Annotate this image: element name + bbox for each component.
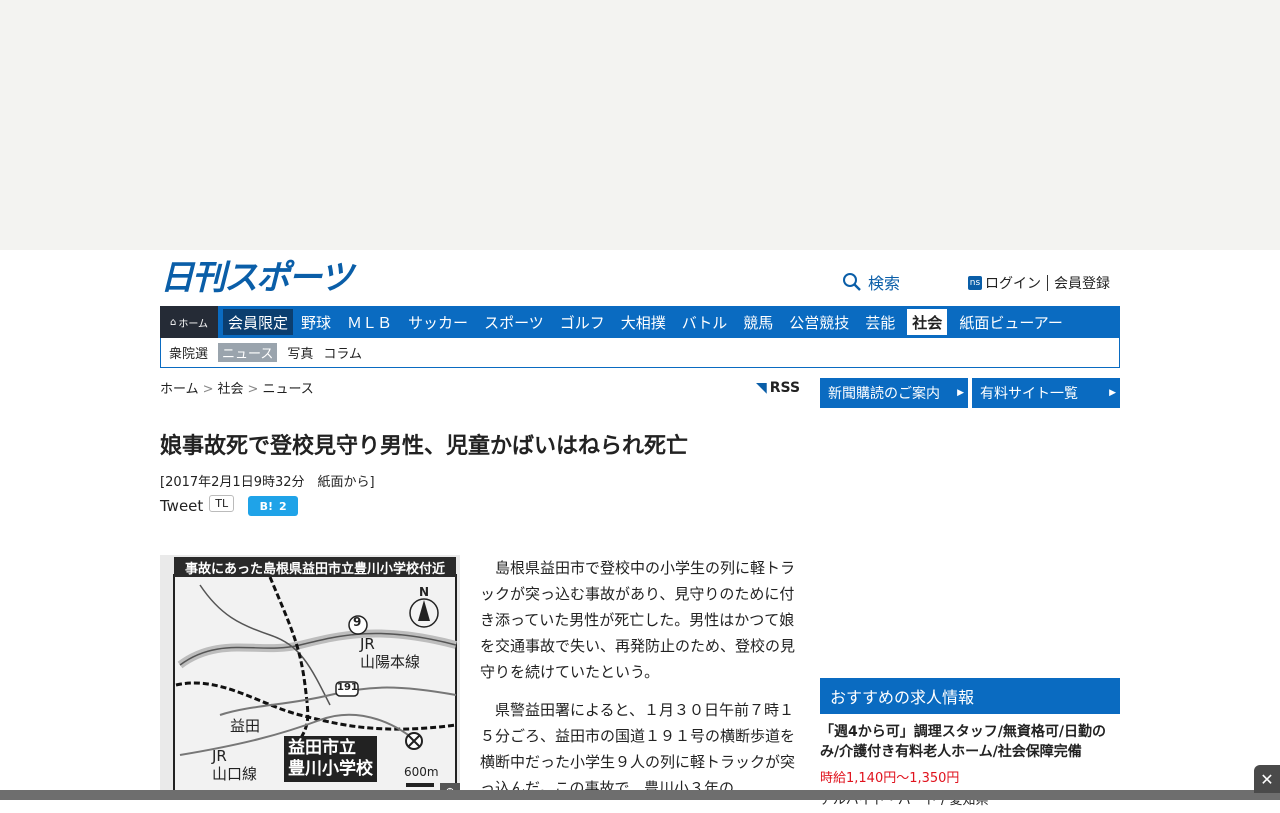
article-map-image[interactable]: 事故にあった島根県益田市立豊川小学校付近 N 9 191 JR 山陽本線 益田 …	[160, 555, 460, 800]
map-jr-yamaguchi-label: JR 山口線	[212, 747, 258, 783]
article-paragraph: 県警益田署によると、１月３０日午前７時１５分ごろ、益田市の国道１９１号の横断歩道…	[480, 701, 796, 797]
job-section-heading: おすすめの求人情報	[820, 678, 1120, 714]
article-date: [2017年2月1日9時32分 紙面から]	[160, 475, 375, 490]
subnav-item-photo[interactable]: 写真	[287, 343, 313, 362]
chevron-right-icon: ▶	[1109, 388, 1116, 398]
nav-item-public-racing[interactable]: 公営競技	[781, 306, 857, 338]
social-buttons: Tweet TL B! 2	[160, 494, 299, 516]
search-icon	[843, 273, 861, 291]
register-link[interactable]: 会員登録	[1054, 273, 1110, 293]
nav-item-society[interactable]: 社会	[907, 309, 948, 335]
rss-label: RSS	[769, 380, 801, 396]
rss-link[interactable]: ◥ RSS	[756, 380, 800, 396]
chevron-right-icon: ▶	[957, 388, 964, 398]
article-headline: 娘事故死で登校見守り男性、児童かばいはねられ死亡	[160, 434, 689, 459]
map-school-label: 益田市立 豊川小学校	[284, 736, 377, 782]
nav-item-entertainment[interactable]: 芸能	[857, 306, 903, 338]
nav-item-baseball[interactable]: 野球	[293, 306, 339, 338]
nav-item-viewer[interactable]: 紙面ビューアー	[951, 306, 1071, 338]
search-button[interactable]: 検索	[842, 270, 900, 294]
job-title-link[interactable]: 「週4から可」調理スタッフ/無資格可/日勤のみ/介護付き有料老人ホーム/社会保障…	[820, 722, 1120, 762]
subnav-item-column[interactable]: コラム	[323, 343, 362, 362]
hatena-bookmark-button[interactable]: B! 2	[248, 496, 299, 516]
login-link[interactable]: ログイン	[985, 273, 1041, 293]
breadcrumb: ホーム > 社会 > ニュース	[160, 382, 314, 397]
close-icon[interactable]: ✕	[1254, 765, 1280, 793]
nav-item-keiba[interactable]: 競馬	[735, 306, 781, 338]
main-nav: ⌂ ホーム 会員限定 野球 ＭＬＢ サッカー スポーツ ゴルフ 大相撲 バトル …	[160, 306, 1120, 338]
ad-banner	[0, 0, 1280, 250]
nav-home[interactable]: ⌂ ホーム	[160, 306, 218, 338]
hatena-icon: B!	[259, 499, 274, 513]
map-jr-sanyo-label: JR 山陽本線	[360, 635, 421, 671]
member-links: ns ログイン 会員登録	[968, 273, 1110, 293]
map-route191-label: 191	[337, 682, 358, 693]
subscription-label: 新聞購読のご案内	[828, 386, 940, 402]
article-body: 島根県益田市で登校中の小学生の列に軽トラックが突っ込む事故があり、見守りのために…	[480, 555, 802, 813]
breadcrumb-news[interactable]: ニュース	[262, 382, 313, 397]
subscription-button[interactable]: 新聞購読のご案内 ▶	[820, 378, 968, 408]
tweet-button[interactable]: Tweet	[160, 497, 203, 515]
breadcrumb-society[interactable]: 社会	[218, 382, 244, 397]
site-logo[interactable]: 日刊スポーツ	[160, 260, 353, 296]
subnav-item-news[interactable]: ニュース	[218, 343, 278, 362]
nav-item-mlb[interactable]: ＭＬＢ	[339, 306, 400, 338]
nav-item-members[interactable]: 会員限定	[223, 309, 294, 335]
map-masuda-label: 益田	[230, 717, 261, 735]
article-paragraph: 島根県益田市で登校中の小学生の列に軽トラックが突っ込む事故があり、見守りのために…	[480, 559, 796, 681]
sub-nav: 衆院選 ニュース 写真 コラム	[160, 338, 1120, 368]
search-label: 検索	[868, 274, 901, 293]
bottom-ad-bar	[0, 790, 1280, 800]
ns-icon: ns	[968, 276, 982, 290]
rss-icon: ◥	[756, 380, 767, 396]
map-route9-label: 9	[353, 615, 362, 629]
job-wage: 時給1,140円～1,350円	[820, 771, 960, 786]
map-north-label: N	[419, 585, 430, 599]
paid-sites-label: 有料サイト一覧	[980, 386, 1078, 402]
nav-item-sumo[interactable]: 大相撲	[613, 306, 674, 338]
paid-sites-button[interactable]: 有料サイト一覧 ▶	[972, 378, 1120, 408]
nav-item-soccer[interactable]: サッカー	[400, 306, 476, 338]
map-title: 事故にあった島根県益田市立豊川小学校付近	[174, 557, 456, 577]
nav-item-sports[interactable]: スポーツ	[476, 306, 552, 338]
nav-item-golf[interactable]: ゴルフ	[552, 306, 613, 338]
site-header: 日刊スポーツ 検索 ns ログイン 会員登録	[160, 250, 1120, 306]
divider	[1047, 275, 1048, 291]
tl-button[interactable]: TL	[209, 494, 235, 512]
nav-home-label: ホーム	[178, 318, 209, 330]
map-scale-label: 600m	[404, 765, 439, 779]
subnav-item-election[interactable]: 衆院選	[169, 343, 208, 362]
home-icon: ⌂	[169, 316, 177, 328]
nav-item-battle[interactable]: バトル	[674, 306, 735, 338]
hatena-count: 2	[279, 499, 287, 513]
breadcrumb-home[interactable]: ホーム	[160, 382, 199, 397]
